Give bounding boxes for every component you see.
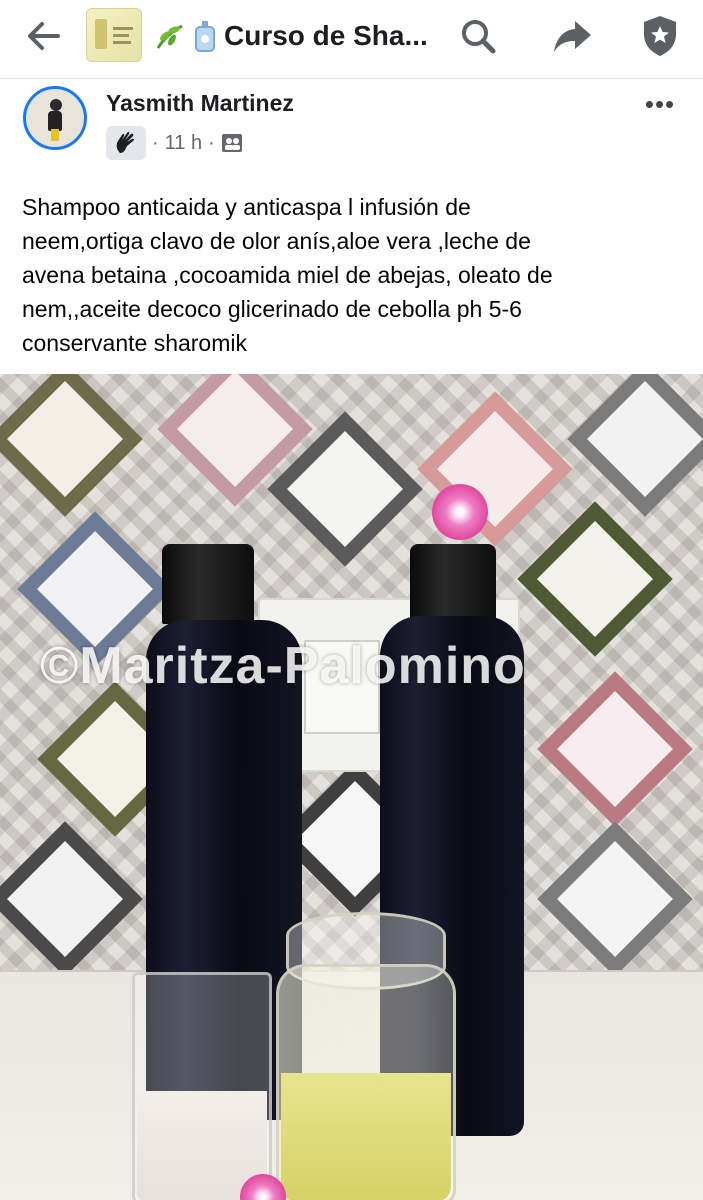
soap-bottle-icon [195, 21, 215, 52]
meta-separator-2: · [208, 131, 215, 154]
milk-glass [132, 972, 272, 1200]
group-title[interactable]: Curso de Sha... [154, 16, 434, 56]
post-photo[interactable]: ©Maritza-Palomino [0, 374, 703, 1200]
back-arrow-icon [28, 22, 60, 50]
search-icon [462, 20, 496, 54]
post-meta: · 11 h · [106, 126, 243, 160]
tile [537, 671, 693, 827]
photo-watermark: ©Maritza-Palomino [40, 637, 526, 695]
leaf-icon [156, 24, 183, 49]
top-bar: Curso de Sha... [0, 0, 703, 79]
group-title-text: Curso de Sha... [224, 20, 428, 51]
member-badge[interactable] [106, 126, 146, 160]
avatar[interactable] [23, 86, 87, 150]
admin-shield-button[interactable] [636, 12, 684, 60]
share-button[interactable] [548, 12, 596, 60]
flower [432, 484, 488, 540]
group-thumbnail[interactable] [86, 8, 142, 62]
search-button[interactable] [454, 12, 502, 60]
share-icon [554, 21, 591, 52]
tile [517, 501, 673, 657]
meta-separator: · [152, 131, 159, 154]
post-time[interactable]: 11 h [165, 132, 202, 155]
tile [537, 821, 693, 977]
author-name[interactable]: Yasmith Martinez [106, 90, 294, 117]
tile [0, 374, 143, 517]
back-button[interactable] [20, 12, 68, 60]
shield-icon [644, 16, 676, 56]
group-audience-icon [221, 134, 242, 152]
oil-jar [276, 964, 456, 1200]
bottle-cap [162, 544, 254, 624]
tile [567, 374, 703, 517]
post-text: Shampoo anticaida y anticaspa l infusión… [22, 194, 553, 356]
waving-hand-icon [116, 131, 135, 153]
tile [0, 821, 143, 977]
more-options-button[interactable]: ••• [638, 88, 682, 120]
bottle-cap [410, 544, 496, 620]
